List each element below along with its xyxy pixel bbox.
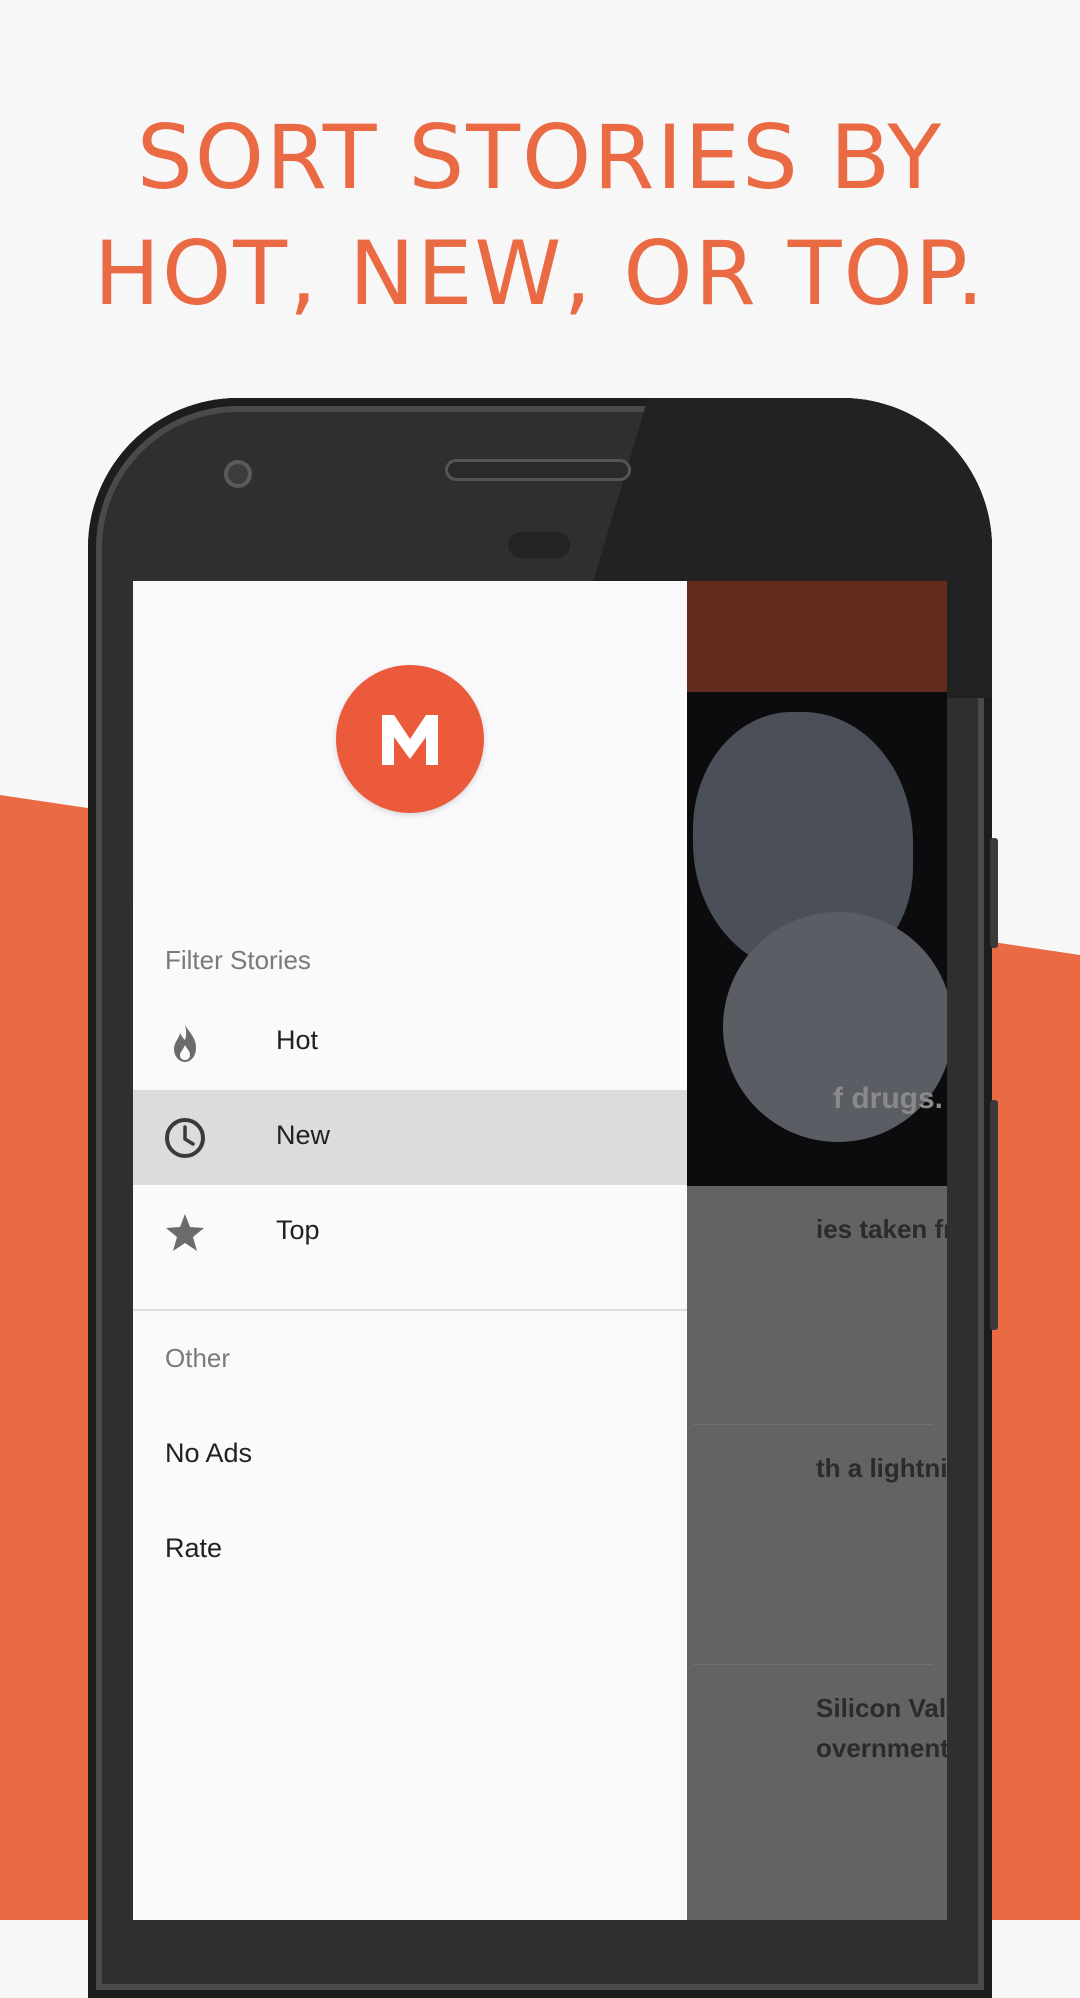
story-title[interactable]: ies taken from	[816, 1209, 947, 1249]
promo-headline: SORT STORIES BY HOT, NEW, OR TOP.	[0, 100, 1080, 332]
m-letter-icon	[382, 715, 438, 765]
drawer-divider	[133, 1309, 687, 1311]
drawer-header	[133, 581, 687, 901]
navigation-drawer: Filter Stories Hot New Top Other No Ads …	[133, 581, 687, 1920]
proximity-sensor	[508, 532, 570, 558]
headline-line-2: HOT, NEW, OR TOP.	[93, 222, 987, 325]
filter-stories-heading: Filter Stories	[165, 945, 311, 975]
menu-label-hot: Hot	[276, 1025, 319, 1055]
phone-screen: f drugs. ies taken from th a lightning r…	[133, 581, 947, 1920]
menu-item-no-ads[interactable]: No Ads	[165, 1438, 252, 1469]
story-divider	[693, 1664, 933, 1665]
flame-icon	[174, 1024, 196, 1062]
menu-item-top[interactable]: Top	[133, 1185, 687, 1280]
hero-caption: f drugs.	[833, 1082, 943, 1115]
menu-item-hot[interactable]: Hot	[133, 995, 687, 1090]
power-button	[990, 838, 998, 948]
story-title[interactable]: th a lightning rod’	[816, 1448, 947, 1488]
volume-button	[990, 1100, 998, 1330]
headline-line-1: SORT STORIES BY	[136, 106, 944, 209]
story-title[interactable]: Silicon Valley overnment to giv…	[816, 1688, 947, 1768]
earpiece-speaker	[448, 462, 628, 478]
menu-item-rate[interactable]: Rate	[165, 1533, 222, 1564]
app-logo-icon	[336, 665, 484, 813]
front-camera	[224, 460, 252, 488]
menu-item-new[interactable]: New	[133, 1090, 687, 1185]
story-divider	[693, 1424, 933, 1425]
menu-label-top: Top	[276, 1215, 320, 1245]
menu-label-new: New	[276, 1120, 331, 1150]
other-heading: Other	[165, 1343, 231, 1373]
star-icon	[166, 1214, 204, 1251]
clock-icon	[165, 1118, 205, 1158]
